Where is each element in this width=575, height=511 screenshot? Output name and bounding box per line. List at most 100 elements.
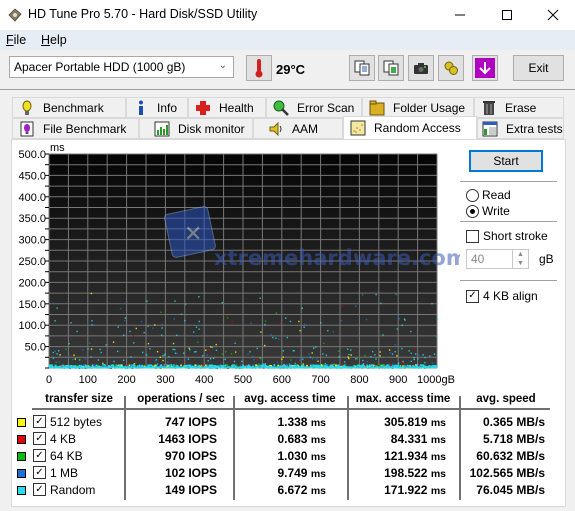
series-checkbox[interactable]: ✓ xyxy=(33,449,46,462)
drive-select[interactable]: Apacer Portable HDD (1000 gB) ⌄ xyxy=(9,56,234,78)
minimize-button[interactable] xyxy=(437,0,483,30)
data-point xyxy=(366,361,368,363)
data-point xyxy=(227,317,229,319)
align-4kb-label: 4 KB align xyxy=(483,289,538,303)
data-point xyxy=(340,320,343,322)
tab-info[interactable]: Info xyxy=(126,97,188,118)
start-button[interactable]: Start xyxy=(469,150,543,172)
ops-value: 1463 IOPS xyxy=(158,432,217,446)
y-tick-label: 400.0 xyxy=(18,192,46,204)
data-point xyxy=(296,364,299,366)
data-point xyxy=(195,364,198,367)
data-point xyxy=(221,302,223,304)
data-point xyxy=(325,354,328,357)
avg-access-value: 6.672 ms xyxy=(277,483,326,497)
data-point xyxy=(264,324,266,326)
data-point xyxy=(87,348,89,350)
tab-file-benchmark[interactable]: File Benchmark xyxy=(12,118,139,139)
data-point xyxy=(173,364,175,366)
short-stroke-size-input[interactable]: 40 ▲ ▼ xyxy=(466,249,529,269)
tab-health[interactable]: Health xyxy=(188,97,266,118)
data-point xyxy=(420,364,422,366)
data-point xyxy=(313,364,316,367)
data-point xyxy=(402,360,404,363)
max-access-value: 121.934 ms xyxy=(384,449,446,463)
tab-random-access[interactable]: Random Access xyxy=(343,116,477,139)
tab-extra-tests[interactable]: Extra tests xyxy=(477,118,564,139)
data-point xyxy=(355,358,357,360)
short-stroke-value: 40 xyxy=(471,252,485,266)
data-point xyxy=(288,363,291,365)
maximize-button[interactable] xyxy=(484,0,530,30)
copy-screenshot-button[interactable] xyxy=(378,55,404,81)
series-checkbox[interactable]: ✓ xyxy=(33,432,46,445)
save-button[interactable] xyxy=(472,55,498,81)
data-point xyxy=(250,322,252,325)
data-point xyxy=(362,359,364,362)
options-button[interactable] xyxy=(438,55,464,81)
data-point xyxy=(130,364,132,367)
lightbulb-icon xyxy=(19,100,35,116)
tab-folder-usage[interactable]: Folder Usage xyxy=(362,97,474,118)
window-title: HD Tune Pro 5.70 - Hard Disk/SSD Utility xyxy=(28,7,258,21)
data-point xyxy=(160,364,163,366)
data-point xyxy=(260,331,262,333)
chevron-down-icon: ⌄ xyxy=(218,60,227,71)
series-color-swatch xyxy=(17,435,26,444)
data-point xyxy=(275,337,277,339)
avg-access-value: 0.683 ms xyxy=(277,432,326,446)
menu-file[interactable]: File xyxy=(6,33,26,47)
data-point xyxy=(150,358,152,360)
data-point xyxy=(54,364,57,367)
series-checkbox[interactable]: ✓ xyxy=(33,466,46,479)
data-point xyxy=(398,317,400,320)
header-avg-speed: avg. speed xyxy=(476,393,536,405)
transfer-size-label: 4 KB xyxy=(50,432,77,446)
avg-speed-value: 60.632 MB/s xyxy=(476,449,545,463)
data-point xyxy=(327,330,329,332)
write-radio[interactable]: Write xyxy=(466,204,510,218)
tab-benchmark[interactable]: Benchmark xyxy=(12,97,126,118)
data-point xyxy=(198,320,201,323)
divider xyxy=(460,280,557,281)
x-axis-ticks: 0 100 200 300 400 500 600 700 800 900 1000gB xyxy=(46,374,455,386)
data-point xyxy=(124,317,127,319)
data-band-random xyxy=(49,366,437,369)
chart-svg: ✕ xtremehardware.com 500.0 450.0 400.0 350.… xyxy=(18,142,460,386)
data-point xyxy=(275,312,278,314)
series-color-swatch xyxy=(17,452,26,461)
copy-text-icon xyxy=(354,60,370,76)
data-point xyxy=(233,360,236,363)
tab-erase[interactable]: Erase xyxy=(474,97,564,118)
data-point xyxy=(123,334,125,336)
tab-aam[interactable]: AAM xyxy=(253,118,343,139)
exit-button[interactable]: Exit xyxy=(513,55,564,81)
data-point xyxy=(91,320,93,322)
copy-text-button[interactable] xyxy=(349,55,375,81)
tab-disk-monitor[interactable]: Disk monitor xyxy=(139,118,253,139)
data-point xyxy=(375,293,377,296)
y-tick-label: 450.0 xyxy=(18,170,46,182)
series-checkbox[interactable]: ✓ xyxy=(33,483,46,496)
close-button[interactable] xyxy=(530,0,575,30)
data-point xyxy=(283,363,285,366)
align-4kb-checkbox[interactable]: ✓ 4 KB align xyxy=(466,289,538,303)
data-point xyxy=(315,346,317,348)
short-stroke-checkbox[interactable]: Short stroke xyxy=(466,229,548,243)
health-cross-icon xyxy=(195,100,211,116)
series-checkbox[interactable]: ✓ xyxy=(33,415,46,428)
tab-error-scan[interactable]: Error Scan xyxy=(266,97,362,118)
data-point xyxy=(146,300,148,302)
data-point xyxy=(270,333,272,336)
menu-help[interactable]: Help xyxy=(41,33,67,47)
avg-speed-value: 5.718 MB/s xyxy=(482,432,545,446)
table-row: ✓ 512 bytes 747 IOPS 1.338 ms 305.819 ms 0.36… xyxy=(0,414,560,430)
screenshot-button[interactable] xyxy=(408,55,434,81)
data-point xyxy=(161,323,163,325)
data-point xyxy=(154,359,157,362)
read-radio[interactable]: Read xyxy=(466,188,511,202)
data-point xyxy=(187,358,190,360)
spin-arrows[interactable]: ▲ ▼ xyxy=(512,250,528,268)
temperature-button[interactable] xyxy=(246,55,272,81)
data-point xyxy=(408,350,410,352)
